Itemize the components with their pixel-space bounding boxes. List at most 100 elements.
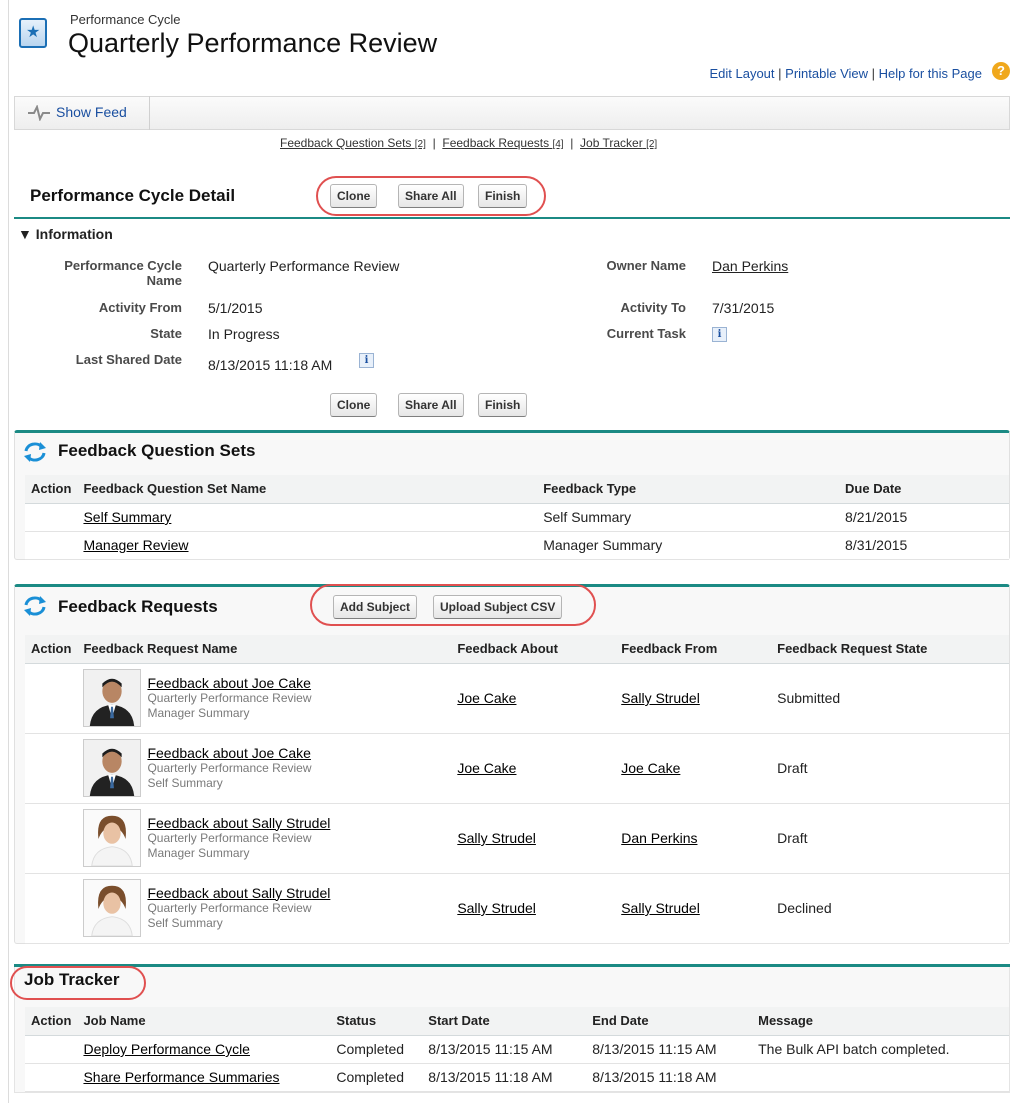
detail-section-title: Performance Cycle Detail	[30, 186, 236, 205]
feedback-request-link[interactable]: Feedback about Sally Strudel	[147, 815, 330, 831]
feedback-request-link[interactable]: Feedback about Joe Cake	[147, 675, 311, 691]
job-name-cell: Share Performance Summaries	[77, 1063, 331, 1092]
feedback-request-link[interactable]: Feedback about Joe Cake	[147, 745, 311, 761]
finish-button[interactable]: Finish	[478, 184, 528, 208]
question-sets-table: Action Feedback Question Set Name Feedba…	[25, 475, 1009, 560]
table-row: Feedback about Joe Cake Quarterly Perfor…	[25, 663, 1009, 734]
job-name-link[interactable]: Share Performance Summaries	[83, 1069, 279, 1085]
feedback-about-link[interactable]: Sally Strudel	[457, 830, 536, 846]
question-sets-title: Feedback Question Sets	[58, 441, 256, 460]
activity-to-label: Activity To	[620, 300, 687, 315]
related-link-question-sets[interactable]: Feedback Question Sets [2]	[280, 136, 426, 150]
feedback-about-link[interactable]: Joe Cake	[457, 690, 516, 706]
action-cell	[25, 803, 78, 874]
cycle-name-value: Quarterly Performance Review	[208, 258, 400, 274]
column-header: Feedback Request State	[771, 635, 1009, 664]
feedback-from-link[interactable]: Joe Cake	[621, 760, 680, 776]
current-task-info-icon[interactable]: i	[712, 327, 727, 342]
information-section-toggle[interactable]: ▼ Information	[18, 226, 113, 242]
share-all-button[interactable]: Share All	[398, 184, 464, 208]
table-row: Self Summary Self Summary 8/21/2015	[25, 503, 1009, 532]
request-kind-text: Self Summary	[147, 775, 223, 790]
column-header: Feedback Request Name	[77, 635, 452, 664]
request-state-cell: Draft	[771, 733, 1009, 804]
feed-bar	[14, 96, 1010, 130]
sync-icon	[24, 442, 46, 462]
feedback-about-cell: Joe Cake	[451, 663, 616, 734]
owner-name-link[interactable]: Dan Perkins	[712, 258, 788, 274]
job-end-cell: 8/13/2015 11:18 AM	[586, 1063, 753, 1092]
cycle-name-label: Performance Cycle Name	[64, 258, 182, 288]
object-type-label: Performance Cycle	[70, 12, 181, 27]
avatar	[83, 739, 142, 797]
add-subject-button[interactable]: Add Subject	[333, 595, 418, 619]
last-shared-info-icon[interactable]: i	[359, 353, 374, 368]
table-header-row: Action Feedback Request Name Feedback Ab…	[25, 635, 1009, 664]
job-status-cell: Completed	[330, 1035, 423, 1064]
activity-to-value: 7/31/2015	[712, 300, 775, 316]
feedback-request-name-cell: Feedback about Joe Cake Quarterly Perfor…	[77, 733, 452, 804]
feedback-request-link[interactable]: Feedback about Sally Strudel	[147, 885, 330, 901]
column-header: Feedback About	[451, 635, 616, 664]
detail-divider	[14, 217, 1010, 219]
state-label: State	[150, 326, 182, 341]
current-task-label: Current Task	[606, 326, 686, 341]
job-end-cell: 8/13/2015 11:15 AM	[586, 1035, 753, 1064]
job-name-cell: Deploy Performance Cycle	[77, 1035, 331, 1064]
printable-view-link[interactable]: Printable View	[785, 66, 868, 81]
action-cell	[25, 1063, 78, 1092]
request-state-cell: Declined	[771, 873, 1009, 944]
last-shared-label: Last Shared Date	[75, 352, 182, 367]
column-header: Start Date	[422, 1007, 587, 1036]
feedback-from-link[interactable]: Sally Strudel	[621, 900, 700, 916]
feedback-from-cell: Sally Strudel	[615, 873, 772, 944]
column-header: End Date	[586, 1007, 753, 1036]
related-link-feedback-requests[interactable]: Feedback Requests [4]	[442, 136, 563, 150]
edit-layout-link[interactable]: Edit Layout	[709, 66, 774, 81]
request-kind-text: Manager Summary	[147, 705, 250, 720]
feedback-about-link[interactable]: Sally Strudel	[457, 900, 536, 916]
upload-subject-csv-button[interactable]: Upload Subject CSV	[433, 595, 563, 619]
action-cell	[25, 1035, 78, 1064]
page-left-border	[8, 0, 9, 1103]
feedback-requests-table: Action Feedback Request Name Feedback Ab…	[25, 635, 1009, 944]
information-section-label: Information	[35, 226, 113, 242]
link-separator: |	[429, 136, 443, 150]
share-all-button-bottom[interactable]: Share All	[398, 393, 464, 417]
action-cell	[25, 531, 78, 560]
column-header: Action	[25, 475, 78, 504]
feedback-from-link[interactable]: Dan Perkins	[621, 830, 697, 846]
table-header-row: Action Job Name Status Start Date End Da…	[25, 1007, 1009, 1036]
help-icon[interactable]: ?	[992, 62, 1010, 80]
job-name-link[interactable]: Deploy Performance Cycle	[83, 1041, 250, 1057]
header-links: Edit Layout | Printable View | Help for …	[709, 66, 982, 81]
question-set-link[interactable]: Manager Review	[83, 537, 188, 553]
clone-button[interactable]: Clone	[330, 184, 378, 208]
job-start-cell: 8/13/2015 11:18 AM	[422, 1063, 587, 1092]
feedback-request-name-cell: Feedback about Sally Strudel Quarterly P…	[77, 873, 452, 944]
feedback-about-cell: Sally Strudel	[451, 873, 616, 944]
column-header: Action	[25, 1007, 78, 1036]
feedback-from-cell: Dan Perkins	[615, 803, 772, 874]
feedback-about-link[interactable]: Joe Cake	[457, 760, 516, 776]
activity-from-value: 5/1/2015	[208, 300, 263, 316]
column-header: Message	[752, 1007, 1009, 1036]
clone-button-bottom[interactable]: Clone	[330, 393, 378, 417]
finish-button-bottom[interactable]: Finish	[478, 393, 528, 417]
help-link[interactable]: Help for this Page	[879, 66, 982, 81]
performance-cycle-icon	[19, 18, 47, 48]
table-row: Share Performance Summaries Completed 8/…	[25, 1063, 1009, 1092]
question-set-link[interactable]: Self Summary	[83, 509, 171, 525]
request-state-cell: Submitted	[771, 663, 1009, 734]
feedback-from-link[interactable]: Sally Strudel	[621, 690, 700, 706]
avatar	[83, 669, 142, 727]
related-link-job-tracker[interactable]: Job Tracker [2]	[580, 136, 657, 150]
table-row: Deploy Performance Cycle Completed 8/13/…	[25, 1035, 1009, 1064]
table-row: Manager Review Manager Summary 8/31/2015	[25, 531, 1009, 560]
feedback-request-name-cell: Feedback about Joe Cake Quarterly Perfor…	[77, 663, 452, 734]
column-header: Job Name	[77, 1007, 331, 1036]
table-row: Feedback about Sally Strudel Quarterly P…	[25, 873, 1009, 944]
page-title: Quarterly Performance Review	[68, 28, 438, 58]
table-row: Feedback about Sally Strudel Quarterly P…	[25, 803, 1009, 874]
link-separator: |	[871, 66, 879, 81]
